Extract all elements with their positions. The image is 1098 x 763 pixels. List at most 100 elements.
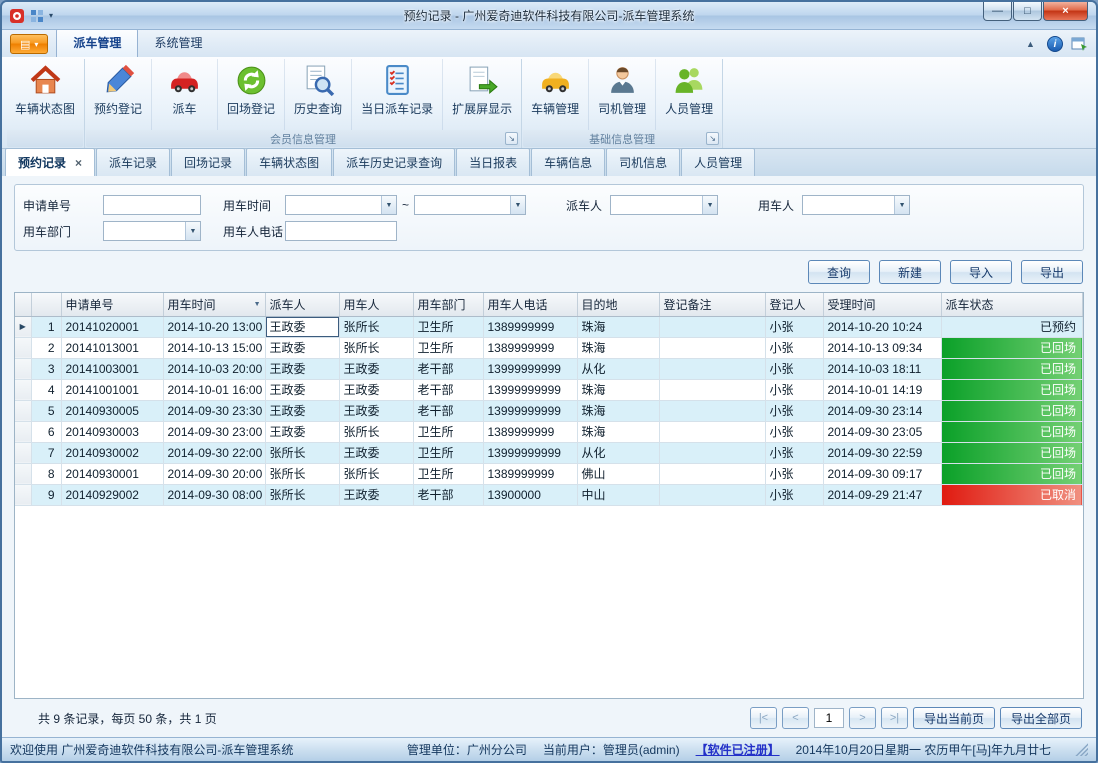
combo-arrow-icon[interactable]: ▼	[510, 196, 525, 214]
cell-dispatcher[interactable]: 王政委	[265, 316, 339, 337]
cell-user[interactable]: 王政委	[339, 442, 413, 463]
cell-destination[interactable]: 珠海	[577, 316, 659, 337]
new-button[interactable]: 新建	[879, 260, 941, 284]
cell-status[interactable]: 已回场	[941, 379, 1083, 400]
cell-destination[interactable]: 珠海	[577, 400, 659, 421]
export-current-page-button[interactable]: 导出当前页	[913, 707, 995, 729]
document-tab[interactable]: 派车历史记录查询	[333, 148, 455, 176]
resize-grip[interactable]	[1075, 743, 1088, 756]
cell-accept-time[interactable]: 2014-09-29 21:47	[823, 484, 941, 505]
cell-accept-time[interactable]: 2014-10-01 14:19	[823, 379, 941, 400]
cell-accept-time[interactable]: 2014-09-30 22:59	[823, 442, 941, 463]
cell-registrar[interactable]: 小张	[765, 337, 823, 358]
cell-user[interactable]: 王政委	[339, 379, 413, 400]
application-menu-button[interactable]: ▤ ▾	[10, 34, 48, 54]
import-button[interactable]: 导入	[950, 260, 1012, 284]
document-tab[interactable]: 司机信息	[606, 148, 680, 176]
layout-grid-icon[interactable]	[29, 8, 45, 24]
column-filter-arrow-icon[interactable]: ▼	[254, 301, 261, 308]
cell-phone[interactable]: 13999999999	[483, 358, 577, 379]
ribbon-button[interactable]: 司机管理	[589, 59, 656, 130]
table-row[interactable]: 8 20140930001 2014-09-30 20:00 张所长 张所长 卫…	[15, 463, 1083, 484]
cell-apply-no[interactable]: 20141003001	[61, 358, 163, 379]
cell-use-time[interactable]: 2014-09-30 08:00	[163, 484, 265, 505]
cell-phone[interactable]: 1389999999	[483, 463, 577, 484]
combo-arrow-icon[interactable]: ▼	[894, 196, 909, 214]
cell-remark[interactable]	[659, 484, 765, 505]
cell-dept[interactable]: 老干部	[413, 379, 483, 400]
cell-accept-time[interactable]: 2014-10-20 10:24	[823, 316, 941, 337]
cell-dispatcher[interactable]: 王政委	[265, 337, 339, 358]
header-destination[interactable]: 目的地	[577, 293, 659, 316]
document-tab[interactable]: 车辆状态图	[246, 148, 332, 176]
header-apply-no[interactable]: 申请单号	[61, 293, 163, 316]
cell-destination[interactable]: 珠海	[577, 421, 659, 442]
cell-status[interactable]: 已回场	[941, 442, 1083, 463]
cell-status[interactable]: 已回场	[941, 337, 1083, 358]
dialog-launcher-icon[interactable]: ↘	[505, 132, 518, 145]
cell-use-time[interactable]: 2014-10-13 15:00	[163, 337, 265, 358]
header-user[interactable]: 用车人	[339, 293, 413, 316]
ribbon-button[interactable]: 回场登记	[218, 59, 285, 130]
export-button[interactable]: 导出	[1021, 260, 1083, 284]
table-row[interactable]: ▶ 1 20141020001 2014-10-20 13:00 王政委 张所长…	[15, 316, 1083, 337]
table-row[interactable]: 6 20140930003 2014-09-30 23:00 王政委 张所长 卫…	[15, 421, 1083, 442]
cell-user[interactable]: 张所长	[339, 421, 413, 442]
ribbon-button[interactable]: 历史查询	[285, 59, 352, 130]
qat-dropdown-icon[interactable]: ▾	[49, 11, 53, 20]
cell-destination[interactable]: 从化	[577, 358, 659, 379]
cell-phone[interactable]: 1389999999	[483, 337, 577, 358]
table-row[interactable]: 5 20140930005 2014-09-30 23:30 王政委 王政委 老…	[15, 400, 1083, 421]
cell-dept[interactable]: 卫生所	[413, 337, 483, 358]
document-tab[interactable]: 车辆信息	[531, 148, 605, 176]
header-remark[interactable]: 登记备注	[659, 293, 765, 316]
table-row[interactable]: 9 20140929002 2014-09-30 08:00 张所长 王政委 老…	[15, 484, 1083, 505]
page-number-input[interactable]	[814, 708, 844, 728]
user-combo[interactable]: ▼	[802, 195, 910, 215]
cell-accept-time[interactable]: 2014-09-30 23:14	[823, 400, 941, 421]
cell-apply-no[interactable]: 20141013001	[61, 337, 163, 358]
header-dispatcher[interactable]: 派车人	[265, 293, 339, 316]
query-button[interactable]: 查询	[808, 260, 870, 284]
cell-destination[interactable]: 从化	[577, 442, 659, 463]
use-time-to-combo[interactable]: ▼	[414, 195, 526, 215]
cell-dispatcher[interactable]: 张所长	[265, 463, 339, 484]
header-phone[interactable]: 用车人电话	[483, 293, 577, 316]
cell-dept[interactable]: 卫生所	[413, 421, 483, 442]
cell-use-time[interactable]: 2014-09-30 23:00	[163, 421, 265, 442]
cell-user[interactable]: 王政委	[339, 358, 413, 379]
cell-status[interactable]: 已取消	[941, 484, 1083, 505]
cell-apply-no[interactable]: 20140930003	[61, 421, 163, 442]
tab-close-icon[interactable]: ×	[75, 157, 82, 169]
cell-registrar[interactable]: 小张	[765, 358, 823, 379]
cell-user[interactable]: 王政委	[339, 484, 413, 505]
cell-apply-no[interactable]: 20140929002	[61, 484, 163, 505]
prev-page-button[interactable]: <	[782, 707, 809, 729]
ribbon-button[interactable]: 派车	[152, 59, 218, 130]
cell-destination[interactable]: 珠海	[577, 379, 659, 400]
cell-dispatcher[interactable]: 王政委	[265, 379, 339, 400]
document-tab[interactable]: 派车记录	[96, 148, 170, 176]
registered-link[interactable]: 【软件已注册】	[696, 741, 780, 758]
next-page-button[interactable]: >	[849, 707, 876, 729]
ribbon-tab[interactable]: 派车管理	[56, 28, 138, 57]
cell-status[interactable]: 已预约	[941, 316, 1083, 337]
cell-apply-no[interactable]: 20141001001	[61, 379, 163, 400]
cell-remark[interactable]	[659, 442, 765, 463]
cell-accept-time[interactable]: 2014-09-30 23:05	[823, 421, 941, 442]
header-status[interactable]: 派车状态	[941, 293, 1083, 316]
cell-apply-no[interactable]: 20140930001	[61, 463, 163, 484]
cell-registrar[interactable]: 小张	[765, 316, 823, 337]
cell-dispatcher[interactable]: 张所长	[265, 442, 339, 463]
cell-phone[interactable]: 1389999999	[483, 316, 577, 337]
cell-status[interactable]: 已回场	[941, 463, 1083, 484]
ribbon-button[interactable]: 车辆管理	[522, 59, 589, 130]
cell-user[interactable]: 张所长	[339, 463, 413, 484]
header-accept-time[interactable]: 受理时间	[823, 293, 941, 316]
cell-phone[interactable]: 1389999999	[483, 421, 577, 442]
last-page-button[interactable]: >|	[881, 707, 908, 729]
dispatcher-combo[interactable]: ▼	[610, 195, 718, 215]
cell-status[interactable]: 已回场	[941, 358, 1083, 379]
cell-remark[interactable]	[659, 421, 765, 442]
maximize-button[interactable]: □	[1013, 2, 1042, 21]
